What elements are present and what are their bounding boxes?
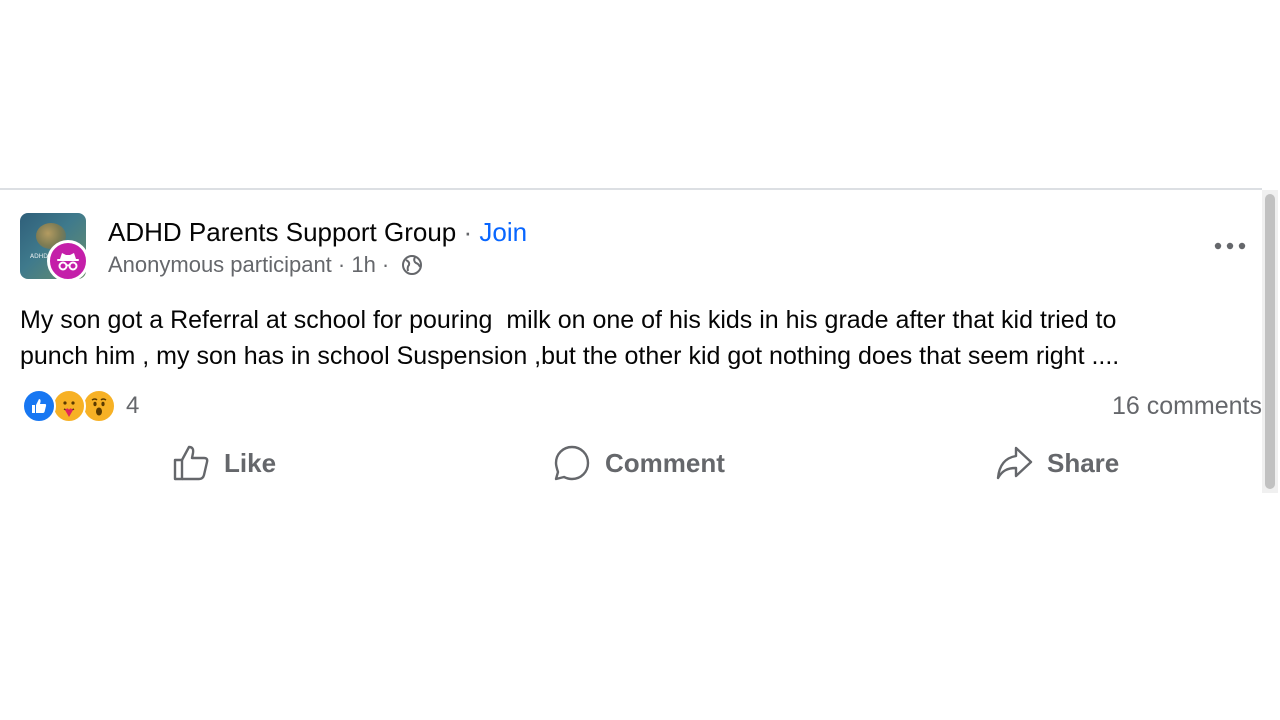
- author-name[interactable]: Anonymous participant: [108, 252, 332, 278]
- title-separator: ·: [456, 217, 480, 247]
- like-label: Like: [224, 447, 277, 478]
- post-title-line: ADHD Parents Support Group · Join: [108, 216, 527, 248]
- reactions-summary[interactable]: 4: [22, 388, 139, 424]
- globe-icon: [402, 255, 423, 275]
- scrollbar[interactable]: [1262, 190, 1278, 493]
- comment-icon: [554, 445, 590, 481]
- care-reaction-icon: [52, 389, 86, 423]
- wow-reaction-icon: [82, 389, 116, 423]
- share-button[interactable]: Share: [995, 442, 1119, 484]
- reaction-count[interactable]: 4: [126, 392, 139, 420]
- like-reaction-icon: [22, 389, 56, 423]
- group-name-link[interactable]: ADHD Parents Support Group: [108, 217, 456, 247]
- post-time[interactable]: · 1h ·: [332, 252, 396, 278]
- comment-button[interactable]: Comment: [553, 442, 725, 484]
- scrollbar-thumb[interactable]: [1265, 194, 1275, 489]
- post-body: My son got a Referral at school for pour…: [20, 302, 1256, 374]
- group-avatar-wrap[interactable]: ADHD: [20, 213, 92, 285]
- anonymous-avatar-badge: [47, 240, 89, 282]
- more-options-icon: [1214, 242, 1246, 250]
- like-icon: [173, 445, 209, 481]
- incognito-icon: [57, 253, 79, 271]
- post-meta: Anonymous participant · 1h ·: [108, 252, 527, 278]
- group-logo-text: ADHD: [30, 253, 48, 260]
- like-button[interactable]: Like: [172, 442, 276, 484]
- post-body-line: punch him , my son has in school Suspens…: [20, 342, 1120, 370]
- share-icon: [996, 446, 1033, 480]
- comment-label: Comment: [605, 447, 725, 478]
- post-card: ADHD ADHD Parents Support Group · Join A…: [0, 188, 1262, 495]
- comments-count-link[interactable]: 16 comments: [1112, 388, 1262, 424]
- more-options-button[interactable]: [1208, 234, 1252, 258]
- post-header: ADHD Parents Support Group · Join Anonym…: [108, 216, 527, 278]
- share-label: Share: [1047, 447, 1120, 478]
- post-body-line: My son got a Referral at school for pour…: [20, 306, 1117, 334]
- join-link[interactable]: Join: [479, 217, 527, 247]
